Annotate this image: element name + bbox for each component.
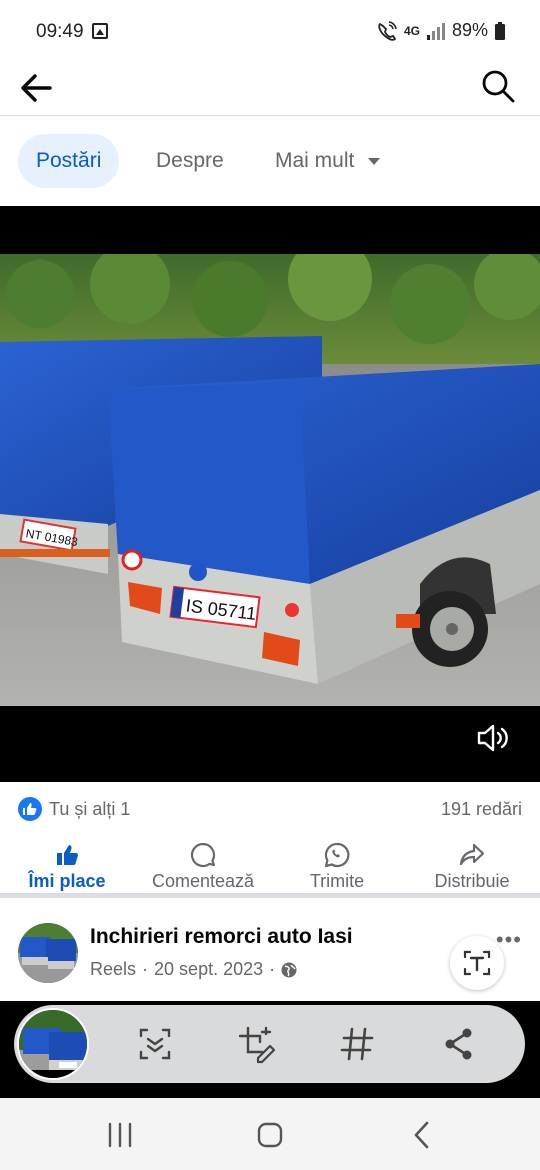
home-icon <box>257 1122 283 1148</box>
scroll-capture-icon <box>139 1028 171 1060</box>
whatsapp-icon <box>324 842 350 868</box>
gallery-notification-icon <box>92 23 108 39</box>
thumbnail-image <box>19 1010 87 1078</box>
search-button[interactable] <box>478 66 518 106</box>
post-date[interactable]: 20 sept. 2023 <box>154 959 263 980</box>
recent-apps-button[interactable] <box>102 1118 138 1152</box>
comment-label: Comentează <box>151 871 255 891</box>
system-nav-bar <box>0 1098 540 1170</box>
home-button[interactable] <box>252 1118 288 1152</box>
send-button[interactable]: Trimite <box>300 842 374 892</box>
video-frame: NT 01983 IS 05711 <box>0 254 540 706</box>
tab-posts-label: Postări <box>36 149 102 172</box>
meta-separator-2: · <box>269 959 276 979</box>
search-icon <box>482 70 515 103</box>
tab-about[interactable]: Despre <box>138 134 242 188</box>
avatar-image <box>18 923 78 983</box>
page-name[interactable]: Inchirieri remorci auto Iasi <box>90 925 353 949</box>
caret-down-icon <box>368 157 381 165</box>
crop-draw-icon <box>238 1026 276 1064</box>
battery-icon <box>495 21 505 40</box>
actions-row: Îmi place Comentează Trimite Distribuie <box>0 836 540 898</box>
status-bar: 09:49 4G 89% <box>0 0 540 62</box>
status-indicators: 4G 89% <box>376 20 506 41</box>
views-count: 191 redări <box>440 799 522 819</box>
tab-more[interactable]: Mai mult <box>257 134 398 188</box>
hashtag-icon <box>340 1027 374 1061</box>
post-source: Reels <box>90 959 137 979</box>
scroll-capture-button[interactable] <box>135 1024 175 1064</box>
reactions-row: Tu și alți 1 191 redări <box>0 782 540 836</box>
top-bar <box>0 62 540 116</box>
globe-icon <box>281 962 297 977</box>
screenshot-thumbnail[interactable] <box>17 1008 89 1080</box>
trailers-image: NT 01983 IS 05711 <box>0 254 540 706</box>
tab-posts[interactable]: Postări <box>18 134 120 188</box>
reel-video[interactable]: NT 01983 IS 05711 <box>0 206 540 782</box>
screenshot-share-button[interactable] <box>439 1024 479 1064</box>
wifi-call-icon <box>378 20 397 41</box>
screenshot-toolbar <box>14 1005 525 1083</box>
send-label: Trimite <box>309 871 365 891</box>
sound-toggle-button[interactable] <box>476 721 510 755</box>
meta-separator: · <box>142 959 149 979</box>
tab-more-label: Mai mult <box>275 149 355 172</box>
reactions-summary[interactable]: Tu și alți 1 <box>49 799 130 820</box>
thumbs-up-icon <box>57 845 78 865</box>
text-scan-icon <box>463 950 491 976</box>
draw-crop-button[interactable] <box>236 1024 276 1064</box>
extract-text-button[interactable] <box>450 936 504 990</box>
comment-button[interactable]: Comentează <box>144 842 262 892</box>
system-back-button[interactable] <box>405 1118 441 1152</box>
share-label: Distribuie <box>434 871 510 891</box>
network-type: 4G <box>403 23 420 38</box>
chevron-left-icon <box>414 1121 429 1149</box>
like-reaction-icon <box>18 797 42 821</box>
signal-icon <box>426 22 445 40</box>
comment-icon <box>190 842 216 868</box>
back-button[interactable] <box>18 68 58 108</box>
post-meta: Reels · 20 sept. 2023 · <box>90 959 297 980</box>
battery-percent: 89% <box>451 20 488 40</box>
post-header: Inchirieri remorci auto Iasi Reels · 20 … <box>0 903 540 1001</box>
recent-apps-icon <box>108 1122 132 1148</box>
speaker-icon <box>477 724 508 752</box>
arrow-left-icon <box>21 74 52 102</box>
hashtag-button[interactable] <box>337 1024 377 1064</box>
profile-tabs: Postări Despre Mai mult <box>0 116 540 206</box>
like-label: Îmi place <box>28 871 106 891</box>
page-avatar[interactable] <box>18 923 78 983</box>
like-button[interactable]: Îmi place <box>24 842 110 892</box>
status-time: 09:49 <box>36 21 84 42</box>
share-arrow-icon <box>459 843 485 866</box>
tab-about-label: Despre <box>156 149 224 172</box>
share-nodes-icon <box>445 1028 472 1060</box>
share-button[interactable]: Distribuie <box>426 842 518 892</box>
